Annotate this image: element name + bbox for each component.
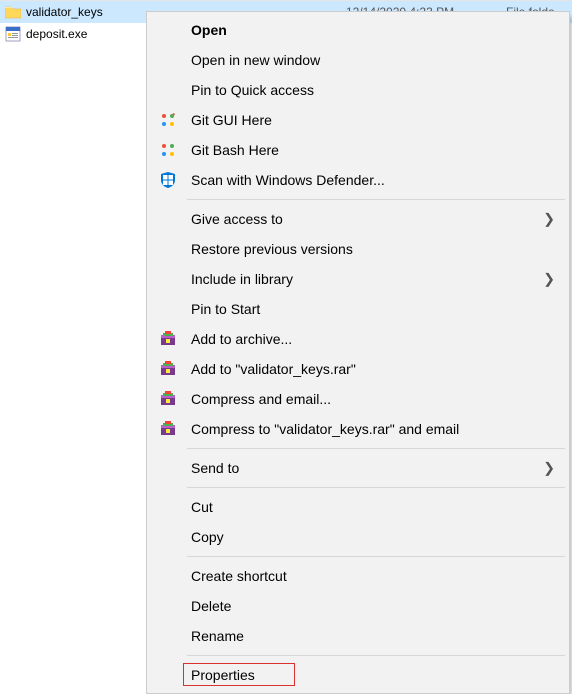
menu-separator bbox=[187, 655, 565, 656]
menu-label: Open bbox=[183, 22, 227, 38]
menu-label: Open in new window bbox=[183, 52, 320, 68]
chevron-right-icon: ❯ bbox=[543, 271, 555, 288]
winrar-icon bbox=[153, 417, 183, 441]
menu-restore-previous[interactable]: Restore previous versions bbox=[149, 234, 567, 264]
chevron-right-icon: ❯ bbox=[543, 460, 555, 477]
menu-label: Rename bbox=[183, 628, 244, 644]
winrar-icon bbox=[153, 387, 183, 411]
menu-label: Include in library bbox=[183, 271, 293, 287]
menu-label: Pin to Start bbox=[183, 301, 260, 317]
menu-open[interactable]: Open bbox=[149, 15, 567, 45]
menu-copy[interactable]: Copy bbox=[149, 522, 567, 552]
menu-label: Copy bbox=[183, 529, 224, 545]
menu-rename[interactable]: Rename bbox=[149, 621, 567, 651]
menu-pin-quick-access[interactable]: Pin to Quick access bbox=[149, 75, 567, 105]
menu-scan-defender[interactable]: Scan with Windows Defender... bbox=[149, 165, 567, 195]
menu-separator bbox=[187, 448, 565, 449]
menu-separator bbox=[187, 556, 565, 557]
menu-separator bbox=[187, 487, 565, 488]
menu-label: Give access to bbox=[183, 211, 283, 227]
menu-git-bash[interactable]: Git Bash Here bbox=[149, 135, 567, 165]
menu-create-shortcut[interactable]: Create shortcut bbox=[149, 561, 567, 591]
menu-include-in-library[interactable]: Include in library ❯ bbox=[149, 264, 567, 294]
menu-label: Add to archive... bbox=[183, 331, 292, 347]
menu-send-to[interactable]: Send to ❯ bbox=[149, 453, 567, 483]
menu-label: Scan with Windows Defender... bbox=[183, 172, 385, 188]
context-menu: Open Open in new window Pin to Quick acc… bbox=[146, 11, 570, 694]
menu-label: Add to "validator_keys.rar" bbox=[183, 361, 356, 377]
menu-label: Git GUI Here bbox=[183, 112, 272, 128]
menu-properties[interactable]: Properties bbox=[149, 660, 567, 690]
menu-compress-and-email[interactable]: Compress and email... bbox=[149, 384, 567, 414]
menu-label: Properties bbox=[183, 667, 255, 683]
menu-git-gui[interactable]: Git GUI Here bbox=[149, 105, 567, 135]
menu-add-to-archive[interactable]: Add to archive... bbox=[149, 324, 567, 354]
menu-label: Delete bbox=[183, 598, 231, 614]
menu-label: Cut bbox=[183, 499, 213, 515]
menu-delete[interactable]: Delete bbox=[149, 591, 567, 621]
menu-label: Pin to Quick access bbox=[183, 82, 314, 98]
menu-label: Restore previous versions bbox=[183, 241, 353, 257]
menu-label: Create shortcut bbox=[183, 568, 287, 584]
git-icon bbox=[153, 138, 183, 162]
menu-add-to-named-rar[interactable]: Add to "validator_keys.rar" bbox=[149, 354, 567, 384]
menu-cut[interactable]: Cut bbox=[149, 492, 567, 522]
menu-open-new-window[interactable]: Open in new window bbox=[149, 45, 567, 75]
menu-label: Send to bbox=[183, 460, 239, 476]
winrar-icon bbox=[153, 327, 183, 351]
exe-icon bbox=[4, 25, 22, 43]
menu-compress-named-and-email[interactable]: Compress to "validator_keys.rar" and ema… bbox=[149, 414, 567, 444]
menu-pin-to-start[interactable]: Pin to Start bbox=[149, 294, 567, 324]
menu-give-access-to[interactable]: Give access to ❯ bbox=[149, 204, 567, 234]
chevron-right-icon: ❯ bbox=[543, 211, 555, 228]
menu-separator bbox=[187, 199, 565, 200]
defender-icon bbox=[153, 168, 183, 192]
git-icon bbox=[153, 108, 183, 132]
folder-icon bbox=[4, 3, 22, 21]
menu-label: Git Bash Here bbox=[183, 142, 279, 158]
winrar-icon bbox=[153, 357, 183, 381]
menu-label: Compress and email... bbox=[183, 391, 331, 407]
menu-label: Compress to "validator_keys.rar" and ema… bbox=[183, 421, 459, 437]
